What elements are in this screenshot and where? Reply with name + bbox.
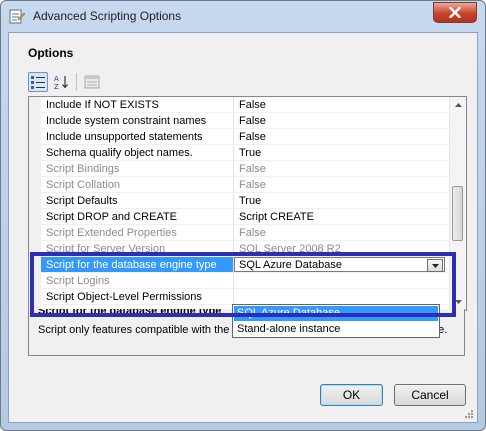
grid-row[interactable]: Script DROP and CREATE Script CREATE (29, 209, 449, 225)
scroll-down-arrow-icon[interactable] (451, 295, 465, 309)
property-value[interactable]: True (239, 147, 439, 159)
property-name[interactable]: Include If NOT EXISTS (46, 99, 246, 111)
property-value[interactable]: True (239, 195, 439, 207)
grid-row[interactable]: Schema qualify object names. True (29, 145, 449, 161)
cancel-button[interactable]: Cancel (394, 384, 466, 406)
scripting-options-icon (9, 8, 26, 24)
alphabetical-button[interactable]: A Z (51, 72, 71, 92)
svg-text:A: A (54, 75, 59, 83)
svg-text:Z: Z (54, 83, 59, 90)
ok-button[interactable]: OK (320, 384, 383, 406)
grid-row[interactable]: Script Collation False (29, 177, 449, 193)
close-button[interactable] (433, 2, 477, 23)
property-value[interactable]: SQL Server 2008 R2 (239, 243, 439, 255)
property-name[interactable]: Script Extended Properties (46, 227, 246, 239)
title-bar[interactable]: Advanced Scripting Options (1, 1, 485, 31)
dialog-window: Advanced Scripting Options Options A Z I… (0, 0, 486, 431)
grid-row[interactable]: Script for the database engine type SQL A… (29, 257, 449, 273)
grid-row[interactable]: Script Defaults True (29, 193, 449, 209)
property-value[interactable]: False (239, 131, 439, 143)
close-x-icon (449, 7, 461, 18)
property-value[interactable]: False (239, 179, 439, 191)
categorized-button[interactable] (28, 72, 48, 92)
property-name[interactable]: Script Object-Level Permissions (46, 291, 246, 303)
engine-type-dropdown-list[interactable]: SQL Azure Database Stand-alone instance (232, 304, 440, 338)
grid-row[interactable]: Script Extended Properties False (29, 225, 449, 241)
description-title: Script for the database engine type (38, 309, 222, 317)
grid-row[interactable]: Include unsupported statements False (29, 129, 449, 145)
dropdown-option-sql-azure[interactable]: SQL Azure Database (234, 306, 438, 321)
grid-row[interactable]: Include system constraint names False (29, 113, 449, 129)
property-toolbar: A Z (28, 72, 102, 94)
property-name[interactable]: Script DROP and CREATE (46, 211, 246, 223)
property-name[interactable]: Script Bindings (46, 163, 246, 175)
property-pages-icon (84, 75, 100, 89)
scroll-up-arrow-icon[interactable] (451, 98, 465, 112)
property-name[interactable]: Script for Server Version (46, 243, 246, 255)
property-name[interactable]: Script for the database engine type (46, 259, 246, 271)
categorized-view-icon (31, 76, 45, 89)
toolbar-separator (76, 73, 77, 91)
alphabetical-sort-icon: A Z (54, 75, 68, 90)
property-name[interactable]: Script Logins (46, 275, 246, 287)
property-value[interactable]: SQL Azure Database (239, 259, 439, 271)
vertical-scrollbar[interactable] (449, 97, 466, 310)
grid-row[interactable]: Script for Server Version SQL Server 2008… (29, 241, 449, 257)
dropdown-option-standalone[interactable]: Stand-alone instance (234, 322, 438, 337)
options-heading: Options (28, 46, 74, 60)
property-value[interactable]: False (239, 227, 439, 239)
dialog-content: Options A Z Include If NOT EXISTS False … (8, 32, 478, 423)
property-pages-button[interactable] (82, 72, 102, 92)
property-name[interactable]: Schema qualify object names. (46, 147, 246, 159)
property-grid: Include If NOT EXISTS False Include system… (28, 96, 467, 311)
property-name[interactable]: Include unsupported statements (46, 131, 246, 143)
property-value[interactable]: False (239, 99, 439, 111)
property-value[interactable]: False (239, 163, 439, 175)
grid-row[interactable]: Script Object-Level Permissions (29, 289, 449, 305)
resize-grip-icon[interactable] (464, 409, 474, 419)
chevron-down-icon[interactable] (427, 259, 443, 272)
grid-row[interactable]: Include If NOT EXISTS False (29, 97, 449, 113)
property-value[interactable]: False (239, 115, 439, 127)
scrollbar-thumb[interactable] (452, 186, 463, 241)
property-name[interactable]: Include system constraint names (46, 115, 246, 127)
grid-row[interactable]: Script Logins (29, 273, 449, 289)
window-title: Advanced Scripting Options (33, 9, 182, 23)
grid-row[interactable]: Script Bindings False (29, 161, 449, 177)
property-name[interactable]: Script Collation (46, 179, 246, 191)
engine-type-combobox[interactable]: SQL Azure Database (234, 257, 445, 272)
property-name[interactable]: Script Defaults (46, 195, 246, 207)
property-value[interactable]: Script CREATE (239, 211, 439, 223)
